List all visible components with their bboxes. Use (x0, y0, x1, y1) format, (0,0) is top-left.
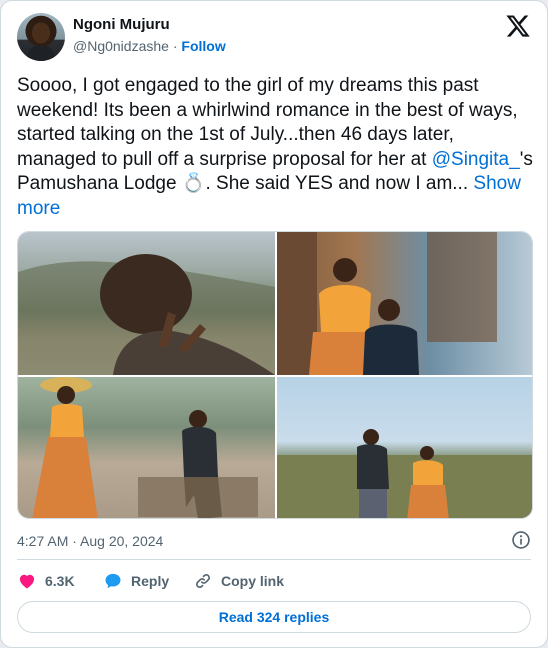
post-text-part-3: . She said YES and now I am... (205, 173, 474, 194)
post-card: Ngoni Mujuru @Ng0nidzashe · Follow Soooo… (0, 0, 548, 648)
like-count: 6.3K (45, 573, 75, 589)
link-icon (196, 574, 210, 588)
x-logo-icon[interactable] (505, 13, 531, 39)
photo-4-art (277, 429, 532, 518)
like-button[interactable]: 6.3K (17, 569, 75, 593)
photo-2[interactable] (277, 232, 532, 375)
photo-3-art (32, 377, 258, 518)
divider (17, 559, 531, 560)
reply-button[interactable]: Reply (103, 569, 169, 593)
read-replies-button[interactable]: Read 324 replies (17, 601, 531, 633)
author-handle-line: @Ng0nidzashe · Follow (73, 36, 226, 56)
photo-1[interactable] (18, 232, 275, 375)
follow-button[interactable]: Follow (181, 38, 225, 54)
post-timestamp[interactable]: 4:27 AM · Aug 20, 2024 (17, 531, 163, 551)
action-bar: 6.3K Reply Copy link (17, 569, 531, 593)
mention-link[interactable]: @Singita_ (432, 149, 520, 170)
photo-1-art (18, 254, 275, 375)
info-icon[interactable] (511, 530, 531, 550)
photo-4[interactable] (277, 377, 532, 518)
heart-icon (19, 574, 35, 589)
photo-2-art (277, 232, 497, 375)
post-text: Soooo, I got engaged to the girl of my d… (17, 74, 533, 221)
author-handle[interactable]: @Ng0nidzashe (73, 38, 169, 54)
media-grid (17, 231, 533, 519)
copy-link-button[interactable]: Copy link (193, 569, 284, 593)
author-info: Ngoni Mujuru @Ng0nidzashe · Follow (73, 15, 226, 56)
separator-dot: · (172, 38, 178, 54)
copy-link-label: Copy link (221, 573, 285, 589)
reply-label: Reply (131, 573, 170, 589)
author-name[interactable]: Ngoni Mujuru (73, 15, 226, 35)
avatar[interactable] (17, 13, 65, 61)
ring-emoji-icon: 💍 (181, 173, 206, 194)
photo-3[interactable] (18, 377, 275, 518)
speech-bubble-icon (105, 573, 121, 589)
avatar-portrait (27, 22, 55, 61)
post-header: Ngoni Mujuru @Ng0nidzashe · Follow (17, 13, 531, 61)
